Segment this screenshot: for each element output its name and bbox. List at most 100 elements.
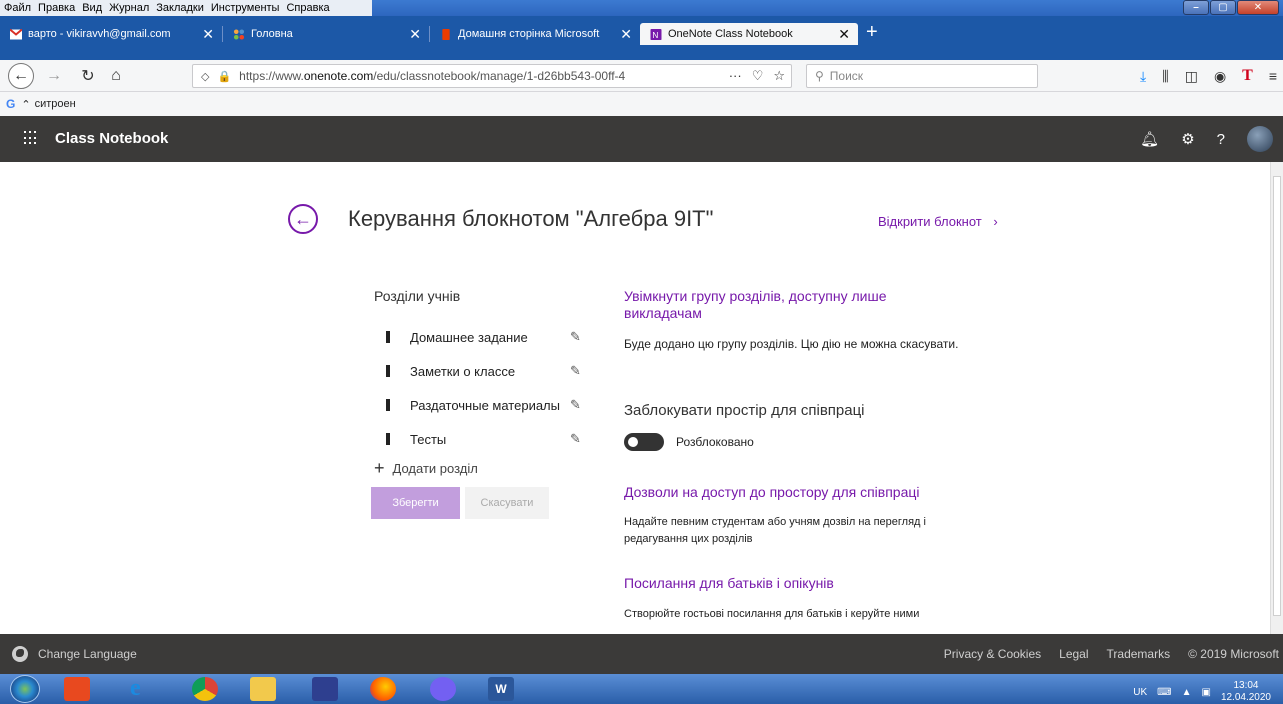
reload-button[interactable]: ↻ [76, 64, 100, 88]
word-icon[interactable]: W [488, 677, 514, 701]
add-section-button[interactable]: + Додати розділ [374, 458, 478, 479]
section-item[interactable]: Домашнее задание ✎ [386, 320, 586, 354]
lock-collaboration-toggle[interactable]: Розблоковано [624, 433, 754, 451]
collaboration-permissions-text: Надайте певним студентам або учням дозві… [624, 516, 926, 545]
file-explorer-icon[interactable] [250, 677, 276, 701]
menu-view[interactable]: Вид [82, 2, 102, 14]
scrollbar-thumb[interactable] [1273, 176, 1281, 616]
open-notebook-label: Відкрити блокнот [878, 214, 982, 229]
app-launcher-icon[interactable] [24, 131, 38, 145]
close-window-button[interactable]: ✕ [1237, 0, 1279, 15]
bookmark-star-icon[interactable]: ☆ [773, 68, 785, 84]
edit-pencil-icon[interactable]: ✎ [570, 397, 581, 413]
back-arrow-icon[interactable]: ← [288, 204, 318, 234]
toggle-state-label: Розблоковано [676, 435, 754, 449]
tray-expand-icon[interactable]: ▲ [1182, 687, 1192, 698]
account-icon[interactable]: ◉ [1214, 68, 1226, 85]
viber-icon[interactable] [430, 677, 456, 701]
help-icon[interactable]: ? [1217, 131, 1225, 148]
lock-icon[interactable]: 🔒 [217, 70, 231, 83]
home-icon[interactable]: ⌂ [104, 64, 128, 88]
save-button[interactable]: Зберегти [371, 487, 460, 519]
pocket-icon[interactable]: ♡ [752, 68, 764, 84]
keyboard-icon[interactable]: ⌨ [1157, 687, 1171, 698]
edit-pencil-icon[interactable]: ✎ [570, 363, 581, 379]
close-tab-icon[interactable]: ✕ [838, 26, 850, 43]
windows-taskbar: e W UK ⌨ ▲ ▣ 13:04 12.04.2020 [0, 674, 1283, 704]
tab-title: OneNote Class Notebook [668, 28, 793, 40]
google-icon[interactable]: G [6, 97, 15, 111]
section-item[interactable]: Раздаточные материалы ✎ [386, 388, 586, 422]
minimize-button[interactable]: – [1183, 0, 1209, 15]
notifications-icon[interactable]: 🔔︎ [1140, 130, 1159, 148]
edit-pencil-icon[interactable]: ✎ [570, 329, 581, 345]
close-tab-icon[interactable]: ✕ [620, 26, 632, 43]
bookmark-item[interactable]: ситроен [35, 98, 76, 110]
chrome-icon[interactable] [192, 677, 218, 701]
tab-microsoft[interactable]: Домашня сторінка Microsoft ✕ [430, 23, 640, 45]
save-disk-icon[interactable] [312, 677, 338, 701]
close-tab-icon[interactable]: ✕ [409, 26, 421, 43]
menu-help[interactable]: Справка [286, 2, 329, 14]
library-icon[interactable]: ⫼ [1162, 68, 1168, 85]
trademarks-link[interactable]: Trademarks [1107, 647, 1171, 661]
menu-icon[interactable]: ≡ [1269, 68, 1277, 84]
student-sections-heading: Розділи учнів [374, 288, 461, 304]
menu-bookmarks[interactable]: Закладки [156, 2, 204, 14]
parent-guardian-links-link[interactable]: Посилання для батьків і опікунів [624, 575, 1004, 592]
menu-tools[interactable]: Инструменты [211, 2, 280, 14]
app-bar: Class Notebook 🔔︎ ⚙ ? [0, 116, 1283, 162]
language-indicator[interactable]: UK [1133, 687, 1147, 698]
footer-links: Privacy & Cookies Legal Trademarks © 201… [944, 647, 1279, 661]
change-language-link[interactable]: Change Language [38, 647, 137, 661]
url-text[interactable]: https://www.onenote.com/edu/classnoteboo… [239, 69, 694, 83]
internet-explorer-icon[interactable]: e [130, 676, 156, 701]
section-label: Раздаточные материалы [410, 397, 560, 413]
page-actions-icon[interactable]: ··· [729, 68, 742, 84]
new-tab-icon[interactable]: + [866, 21, 878, 60]
translate-extension-icon[interactable]: T [1242, 67, 1253, 85]
search-icon: ⚲ [815, 69, 824, 83]
collaboration-permissions-link[interactable]: Дозволи на доступ до простору для співпр… [624, 484, 1004, 501]
search-placeholder: Поиск [829, 69, 864, 83]
svg-text:N: N [652, 31, 658, 40]
settings-gear-icon[interactable]: ⚙ [1181, 130, 1194, 148]
open-notebook-link[interactable]: Відкрити блокнот › [878, 214, 998, 229]
tab-title: варто - vikiravvh@gmail.com [28, 28, 171, 40]
menu-edit[interactable]: Правка [38, 2, 75, 14]
teacher-only-group-link[interactable]: Увімкнути групу розділів, доступну лише … [624, 288, 954, 322]
forward-button[interactable]: → [42, 64, 66, 88]
tab-onenote[interactable]: N OneNote Class Notebook ✕ [640, 23, 858, 45]
search-bar[interactable]: ⚲ Поиск [806, 64, 1038, 88]
edit-pencil-icon[interactable]: ✎ [570, 431, 581, 447]
app-title[interactable]: Class Notebook [55, 130, 168, 147]
close-tab-icon[interactable]: ✕ [202, 26, 214, 43]
maximize-button[interactable]: ▢ [1210, 0, 1236, 15]
back-button[interactable]: ← [8, 63, 34, 89]
start-button[interactable] [10, 675, 40, 703]
menu-file[interactable]: Файл [4, 2, 31, 14]
office-icon [442, 28, 450, 40]
avatar[interactable] [1247, 126, 1273, 152]
download-icon[interactable]: ⤓ [1140, 68, 1146, 85]
sidebar-icon[interactable]: ◫ [1185, 68, 1198, 85]
cancel-button[interactable]: Скасувати [465, 487, 549, 519]
legal-link[interactable]: Legal [1059, 647, 1088, 661]
clock[interactable]: 13:04 12.04.2020 [1221, 680, 1271, 704]
section-item[interactable]: Заметки о классе ✎ [386, 354, 586, 388]
toggle-switch[interactable] [624, 433, 664, 451]
tracking-shield-icon[interactable]: ◇ [201, 70, 209, 83]
menu-history[interactable]: Журнал [109, 2, 149, 14]
tab-home[interactable]: Головна ✕ [223, 23, 429, 45]
tab-gmail[interactable]: варто - vikiravvh@gmail.com ✕ [0, 23, 222, 45]
url-bar[interactable]: ◇ 🔒 https://www.onenote.com/edu/classnot… [192, 64, 792, 88]
globe-icon [12, 646, 28, 662]
media-player-icon[interactable] [64, 677, 90, 701]
window-controls: – ▢ ✕ [1183, 0, 1279, 15]
clock-date: 12.04.2020 [1220, 692, 1271, 703]
privacy-link[interactable]: Privacy & Cookies [944, 647, 1041, 661]
firefox-icon[interactable] [370, 677, 396, 701]
network-icon[interactable]: ▣ [1201, 687, 1210, 698]
section-item[interactable]: Тесты ✎ [386, 422, 586, 456]
page-scrollbar[interactable] [1270, 162, 1283, 634]
